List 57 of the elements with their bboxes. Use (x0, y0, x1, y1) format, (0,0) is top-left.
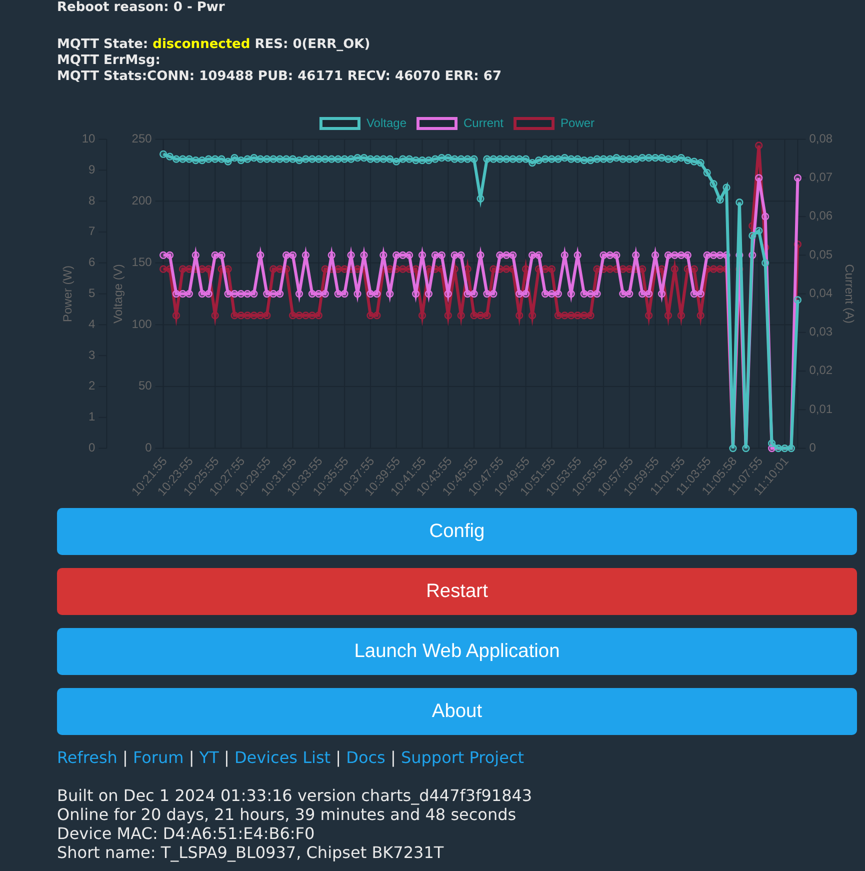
y-axis-label: 0,01 (809, 402, 833, 416)
y-axis-label: 10 (82, 131, 96, 146)
device-info-line: Short name: T_LSPA9_BL0937, Chipset BK7231T (57, 843, 445, 862)
nav-link[interactable]: Support Project (400, 748, 524, 767)
link-separator: | (122, 748, 128, 767)
y-axis-label: 0,06 (809, 208, 833, 223)
y-axis-label: 150 (132, 255, 152, 270)
y-axis-label: 0,02 (809, 363, 833, 378)
y-axis-label: 200 (132, 193, 152, 208)
device-info-line: Online for 20 days, 21 hours, 39 minutes and 48 seconds (57, 805, 518, 824)
y-axis-label: 0,08 (809, 131, 833, 146)
y-axis-label: 0,04 (809, 286, 833, 300)
axis-title: Power (W) (60, 265, 75, 322)
legend-label[interactable]: Voltage (366, 116, 406, 130)
y-axis-label: 100 (132, 316, 152, 331)
y-axis-label: 1 (88, 410, 96, 424)
link-separator: | (224, 748, 230, 767)
y-axis-label: 2 (88, 378, 96, 393)
axis-title: Voltage (V) (110, 264, 125, 324)
legend-label[interactable]: Current (464, 116, 504, 130)
y-axis-label: 0,03 (809, 324, 833, 339)
action-button[interactable]: Restart (57, 568, 857, 615)
axis-title: Current (A) (842, 264, 857, 324)
nav-link[interactable]: Refresh (57, 748, 118, 767)
y-axis-label: 9 (88, 162, 96, 176)
y-axis-label: 0 (809, 440, 816, 454)
mqtt-result-text: RES: 0(ERR_OK) (254, 37, 370, 52)
y-axis-label: 0,07 (809, 170, 833, 184)
mqtt-stats-text: MQTT Stats:CONN: 109488 PUB: 46171 RECV: 46070 ERR: 67 (57, 69, 502, 85)
y-axis-label: 0,05 (809, 247, 833, 262)
link-separator: | (336, 748, 342, 767)
link-separator: | (390, 748, 396, 767)
action-button[interactable]: Config (57, 508, 857, 555)
mqtt-error-message: MQTT ErrMsg: (57, 53, 162, 69)
y-axis-label: 50 (138, 378, 152, 393)
mqtt-state-value: disconnected (152, 37, 250, 52)
y-axis-label: 250 (132, 131, 152, 146)
y-axis-label: 4 (88, 316, 96, 331)
nav-link[interactable]: Forum (133, 748, 184, 767)
mqtt-state-label: MQTT State: (57, 37, 148, 52)
y-axis-label: 0 (88, 440, 96, 454)
y-axis-label: 8 (88, 193, 96, 208)
link-separator: | (188, 748, 194, 767)
device-info-line: Built on Dec 1 2024 01:33:16 version charts_d447f3f91843 (57, 786, 534, 805)
legend-label[interactable]: Power (560, 116, 595, 130)
nav-link[interactable]: Docs (346, 748, 386, 767)
reboot-reason-text: Reboot reason: 0 - Pwr (57, 0, 226, 16)
action-button[interactable]: Launch Web Application (57, 628, 857, 675)
y-axis-label: 5 (88, 286, 96, 300)
nav-link[interactable]: Devices List (234, 748, 331, 767)
nav-link[interactable]: YT (199, 748, 219, 767)
y-axis-label: 7 (88, 224, 96, 238)
y-axis-label: 0 (145, 440, 152, 454)
action-button[interactable]: About (57, 688, 857, 735)
device-info-line: Device MAC: D4:A6:51:E4:B6:F0 (57, 824, 316, 843)
y-axis-label: 3 (88, 348, 96, 362)
y-axis-label: 6 (88, 255, 96, 270)
